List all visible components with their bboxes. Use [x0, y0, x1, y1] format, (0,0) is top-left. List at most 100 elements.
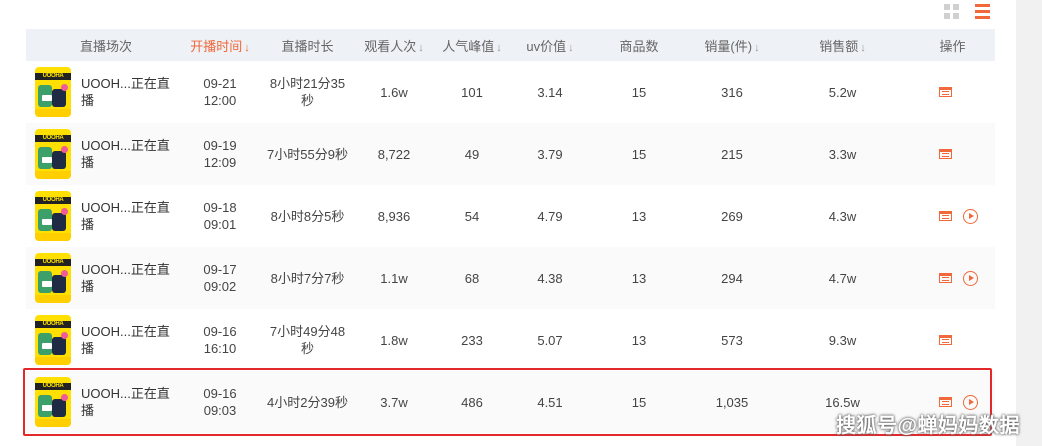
sort-arrow-icon[interactable]: ↓: [860, 42, 866, 54]
start-time: 09-16 16:10: [203, 323, 236, 357]
revenue-cell: 5.2w: [775, 61, 910, 123]
column-header-views[interactable]: 观看人次 ↓: [355, 29, 433, 61]
table-row[interactable]: UOOHA UOOH...正在直播 09-16 16:10 7小时49分48秒 1.8w 2…: [26, 309, 995, 371]
views: 1.1w: [380, 270, 408, 286]
uv-cell: 3.14: [511, 61, 589, 123]
start-time-cell: 09-19 12:09: [180, 123, 260, 185]
session-cover-thumbnail[interactable]: UOOHA: [35, 129, 71, 179]
sales-cell: 215: [689, 123, 775, 185]
session-title[interactable]: UOOH...正在直播: [81, 137, 180, 171]
start-time: 09-16 09:03: [203, 385, 236, 419]
views-cell: 1.6w: [355, 61, 433, 123]
session-info[interactable]: UOOHA UOOH...正在直播: [26, 377, 180, 427]
review-icon[interactable]: [938, 147, 953, 162]
peak-cell: 101: [433, 61, 511, 123]
duration-cell: 7小时55分9秒: [260, 123, 355, 185]
session-cover-thumbnail[interactable]: UOOHA: [35, 253, 71, 303]
views: 1.8w: [380, 332, 408, 348]
start-time: 09-19 12:09: [203, 137, 236, 171]
view-toggle: [944, 2, 990, 20]
review-icon[interactable]: [938, 209, 953, 224]
duration: 8小时8分5秒: [270, 208, 345, 224]
uv-value: 4.38: [537, 270, 563, 286]
actions-cell: [910, 247, 995, 309]
column-header-products: 商品数: [589, 29, 689, 61]
play-replay-icon[interactable]: [963, 270, 978, 286]
session-cover-thumbnail[interactable]: UOOHA: [35, 191, 71, 241]
sort-arrow-icon[interactable]: ↓: [496, 42, 502, 54]
play-replay-icon[interactable]: [963, 208, 978, 224]
column-header-label: 销售额: [819, 38, 859, 54]
uv-value: 4.51: [537, 394, 563, 410]
table-row[interactable]: UOOHA UOOH...正在直播 09-21 12:00 8小时21分35秒 1.6w 1…: [26, 61, 995, 123]
column-header-sales[interactable]: 销量(件) ↓: [689, 29, 775, 61]
column-header-label: 开播时间: [190, 38, 243, 54]
session-cover-thumbnail[interactable]: UOOHA: [35, 315, 71, 365]
products-cell: 15: [589, 371, 689, 433]
duration: 8小时7分7秒: [270, 270, 345, 286]
review-icon[interactable]: [938, 271, 953, 286]
table-row[interactable]: UOOHA UOOH...正在直播 09-18 09:01 8小时8分5秒 8,936 54…: [26, 185, 995, 247]
session-cover-thumbnail[interactable]: UOOHA: [35, 377, 71, 427]
peak-cell: 486: [433, 371, 511, 433]
cover-brand: UOOHA: [35, 197, 71, 204]
duration-cell: 8小时7分7秒: [260, 247, 355, 309]
views-cell: 1.1w: [355, 247, 433, 309]
session-info[interactable]: UOOHA UOOH...正在直播: [26, 67, 180, 117]
session-info[interactable]: UOOHA UOOH...正在直播: [26, 253, 180, 303]
views-cell: 8,722: [355, 123, 433, 185]
column-header-label: 操作: [939, 38, 966, 54]
duration-cell: 8小时21分35秒: [260, 61, 355, 123]
review-icon[interactable]: [938, 333, 953, 348]
revenue: 9.3w: [828, 332, 857, 348]
session-info[interactable]: UOOHA UOOH...正在直播: [26, 191, 180, 241]
scrollbar-track[interactable]: [1016, 0, 1042, 446]
table-row[interactable]: UOOHA UOOH...正在直播 09-17 09:02 8小时7分7秒 1.1w 68 4…: [26, 247, 995, 309]
duration: 7小时49分48秒: [269, 324, 346, 356]
revenue: 3.3w: [828, 146, 857, 162]
session-title[interactable]: UOOH...正在直播: [81, 323, 180, 357]
start-date: 09-16: [203, 386, 237, 401]
peak-popularity: 233: [461, 332, 483, 348]
live-sessions-table: 直播场次 开播时间 ↓ 直播时长 观看人次 ↓ 人气峰值 ↓ uv价值 ↓ 商品数 销量(件) ↓ 销售额…: [26, 29, 995, 433]
list-view-icon[interactable]: [975, 3, 990, 19]
review-icon[interactable]: [938, 395, 953, 410]
session-cover-thumbnail[interactable]: UOOHA: [35, 67, 71, 117]
column-header-uv-value[interactable]: uv价值 ↓: [511, 29, 589, 61]
sort-arrow-icon[interactable]: ↓: [244, 42, 250, 54]
session-cell: UOOHA UOOH...正在直播: [26, 309, 180, 371]
sort-arrow-icon[interactable]: ↓: [754, 42, 760, 54]
column-header-peak[interactable]: 人气峰值 ↓: [433, 29, 511, 61]
column-header-revenue[interactable]: 销售额 ↓: [775, 29, 910, 61]
products-cell: 15: [589, 123, 689, 185]
revenue: 5.2w: [828, 84, 857, 100]
session-title[interactable]: UOOH...正在直播: [81, 75, 180, 109]
duration: 4小时2分39秒: [267, 394, 348, 410]
session-info[interactable]: UOOHA UOOH...正在直播: [26, 315, 180, 365]
uv-value: 3.14: [537, 84, 563, 100]
duration-cell: 8小时8分5秒: [260, 185, 355, 247]
start-time-cell: 09-18 09:01: [180, 185, 260, 247]
review-icon[interactable]: [938, 85, 953, 100]
grid-view-icon[interactable]: [944, 3, 959, 19]
column-header-start-time[interactable]: 开播时间 ↓: [180, 29, 260, 61]
sales-cell: 269: [689, 185, 775, 247]
session-info[interactable]: UOOHA UOOH...正在直播: [26, 129, 180, 179]
play-replay-icon[interactable]: [963, 394, 978, 410]
sort-arrow-icon[interactable]: ↓: [418, 42, 424, 54]
column-header-duration: 直播时长: [260, 29, 355, 61]
session-title[interactable]: UOOH...正在直播: [81, 385, 180, 419]
start-date: 09-16: [203, 324, 237, 339]
table-row[interactable]: UOOHA UOOH...正在直播 09-19 12:09 7小时55分9秒 8,722 4…: [26, 123, 995, 185]
start-clock: 09:02: [203, 279, 237, 294]
sales-cell: 573: [689, 309, 775, 371]
session-title[interactable]: UOOH...正在直播: [81, 199, 180, 233]
session-title[interactable]: UOOH...正在直播: [81, 261, 180, 295]
sort-arrow-icon[interactable]: ↓: [568, 42, 574, 54]
peak-popularity: 68: [464, 270, 480, 286]
revenue-cell: 4.3w: [775, 185, 910, 247]
uv-cell: 4.38: [511, 247, 589, 309]
peak-cell: 233: [433, 309, 511, 371]
start-time-cell: 09-21 12:00: [180, 61, 260, 123]
start-time-cell: 09-17 09:02: [180, 247, 260, 309]
